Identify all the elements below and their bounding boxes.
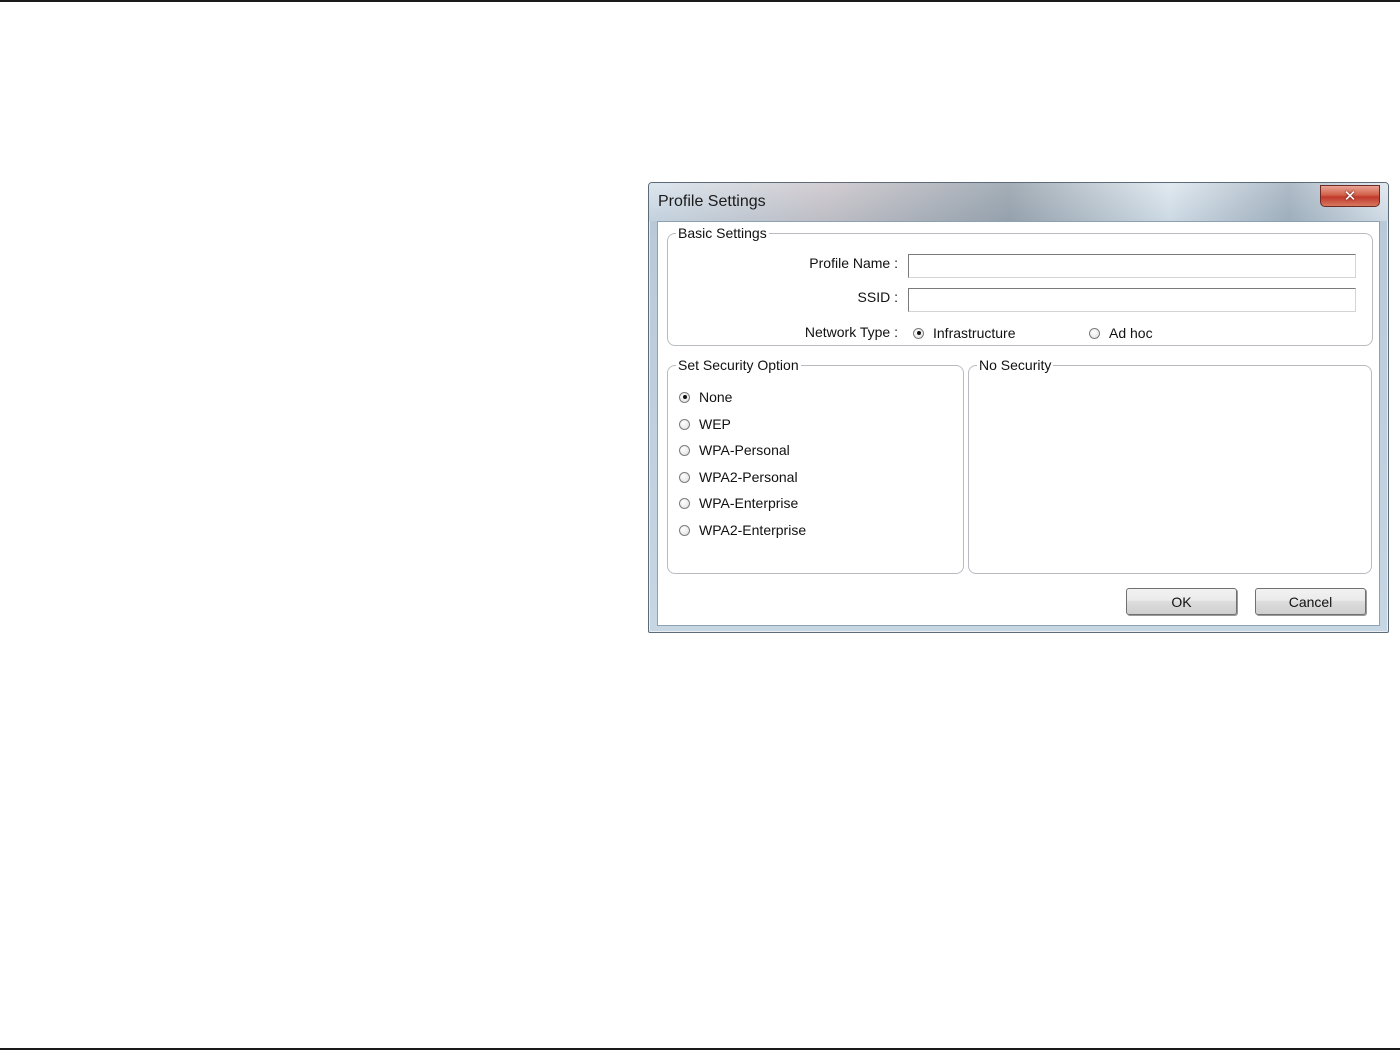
window-title: Profile Settings — [658, 193, 766, 210]
radio-indicator — [1089, 327, 1100, 339]
profile-name-input[interactable] — [908, 254, 1356, 278]
security-option-legend: Set Security Option — [678, 357, 799, 373]
dialog-client-area: Basic Settings Profile Name : SSID : Net… — [657, 221, 1380, 626]
security-wep-radio[interactable]: WEP — [679, 416, 731, 432]
close-icon: ✕ — [1343, 187, 1357, 205]
radio-indicator — [679, 391, 690, 403]
network-type-label: Network Type : — [804, 324, 898, 340]
cancel-button[interactable]: Cancel — [1255, 588, 1366, 615]
network-type-adhoc-label: Ad hoc — [1109, 325, 1153, 341]
network-type-infrastructure-radio[interactable]: Infrastructure — [913, 325, 1015, 341]
radio-indicator — [679, 418, 690, 430]
security-detail-legend: No Security — [979, 357, 1052, 373]
security-none-label: None — [699, 389, 733, 405]
top-page-rule — [0, 0, 1400, 2]
security-wpa-enterprise-radio[interactable]: WPA-Enterprise — [679, 495, 798, 511]
title-bar[interactable]: Profile Settings ✕ — [649, 183, 1388, 221]
profile-name-label: Profile Name : — [809, 255, 898, 271]
radio-indicator — [679, 444, 690, 456]
network-type-adhoc-radio[interactable]: Ad hoc — [1089, 325, 1153, 341]
ssid-input[interactable] — [908, 288, 1356, 312]
security-wpa2-enterprise-radio[interactable]: WPA2-Enterprise — [679, 522, 806, 538]
security-wpa-enterprise-label: WPA-Enterprise — [699, 495, 799, 511]
radio-indicator — [679, 524, 690, 536]
radio-indicator — [679, 497, 690, 509]
security-wep-label: WEP — [699, 416, 731, 432]
basic-settings-group: Basic Settings — [667, 226, 1373, 346]
security-wpa2-personal-label: WPA2-Personal — [699, 469, 798, 485]
radio-indicator — [913, 327, 924, 339]
radio-indicator — [679, 471, 690, 483]
security-wpa-personal-radio[interactable]: WPA-Personal — [679, 442, 790, 458]
bottom-page-rule — [0, 1048, 1400, 1050]
security-wpa-personal-label: WPA-Personal — [699, 442, 790, 458]
security-none-radio[interactable]: None — [679, 389, 732, 405]
security-detail-group: No Security — [968, 358, 1372, 574]
ssid-label: SSID : — [857, 289, 898, 305]
profile-settings-dialog: Profile Settings ✕ Basic Settings Profil… — [648, 182, 1389, 633]
network-type-infrastructure-label: Infrastructure — [933, 325, 1016, 341]
basic-settings-legend: Basic Settings — [678, 225, 767, 241]
ok-button[interactable]: OK — [1126, 588, 1237, 615]
close-button[interactable]: ✕ — [1320, 185, 1380, 207]
security-wpa2-personal-radio[interactable]: WPA2-Personal — [679, 469, 798, 485]
security-wpa2-enterprise-label: WPA2-Enterprise — [699, 522, 807, 538]
